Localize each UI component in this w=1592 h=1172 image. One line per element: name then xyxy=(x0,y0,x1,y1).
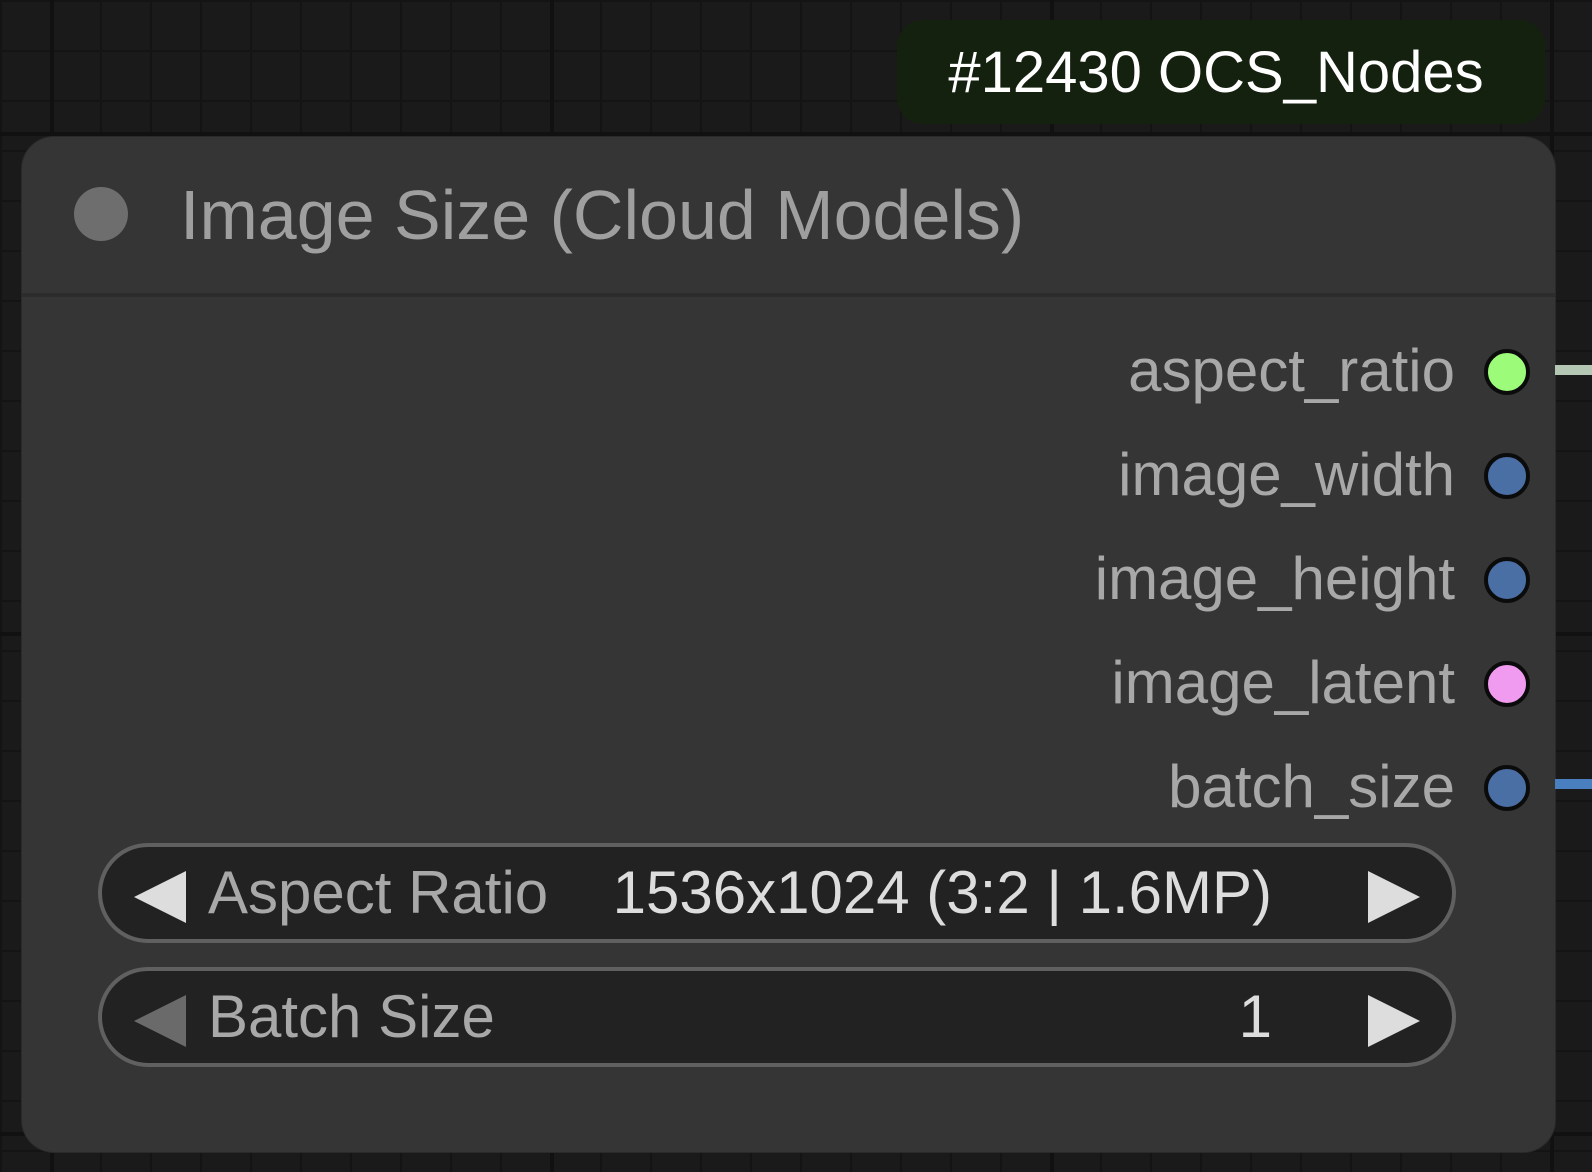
aspect-ratio-combo-widget[interactable]: Aspect Ratio 1536x1024 (3:2 | 1.6MP) xyxy=(98,843,1456,943)
output-slot-aspect-ratio[interactable]: aspect_ratio xyxy=(555,329,1555,413)
widget-label: Batch Size xyxy=(208,983,495,1050)
decrement-arrow-icon[interactable] xyxy=(134,871,186,923)
image-size-node[interactable]: Image Size (Cloud Models) aspect_ratio i… xyxy=(22,137,1592,1152)
widget-value[interactable]: 1 xyxy=(1239,971,1272,1063)
collapse-toggle-icon[interactable] xyxy=(74,187,128,241)
decrement-arrow-icon[interactable] xyxy=(134,995,186,1047)
node-header[interactable]: Image Size (Cloud Models) xyxy=(22,137,1555,297)
output-label: image_width xyxy=(1118,441,1455,508)
output-slot-image-latent[interactable]: image_latent xyxy=(555,641,1555,725)
output-slot-image-width[interactable]: image_width xyxy=(555,433,1555,517)
increment-arrow-icon[interactable] xyxy=(1368,871,1420,923)
link-wire-batch-size[interactable] xyxy=(1555,779,1592,789)
output-label: aspect_ratio xyxy=(1128,337,1455,404)
output-dot-icon[interactable] xyxy=(1484,557,1530,603)
output-dot-icon[interactable] xyxy=(1484,765,1530,811)
output-label: image_latent xyxy=(1111,649,1455,716)
batch-size-number-widget[interactable]: Batch Size 1 xyxy=(98,967,1456,1067)
node-title: Image Size (Cloud Models) xyxy=(180,176,1025,254)
output-dot-icon[interactable] xyxy=(1484,453,1530,499)
widget-label: Aspect Ratio xyxy=(208,859,549,926)
output-dot-icon[interactable] xyxy=(1484,349,1530,395)
output-dot-icon[interactable] xyxy=(1484,661,1530,707)
node-id-badge: #12430 OCS_Nodes xyxy=(897,20,1545,124)
output-label: batch_size xyxy=(1168,753,1455,820)
increment-arrow-icon[interactable] xyxy=(1368,995,1420,1047)
output-label: image_height xyxy=(1094,545,1455,612)
widget-value[interactable]: 1536x1024 (3:2 | 1.6MP) xyxy=(613,847,1272,939)
output-slot-batch-size[interactable]: batch_size xyxy=(555,745,1555,829)
link-wire-aspect-ratio[interactable] xyxy=(1555,365,1592,375)
output-slot-image-height[interactable]: image_height xyxy=(555,537,1555,621)
